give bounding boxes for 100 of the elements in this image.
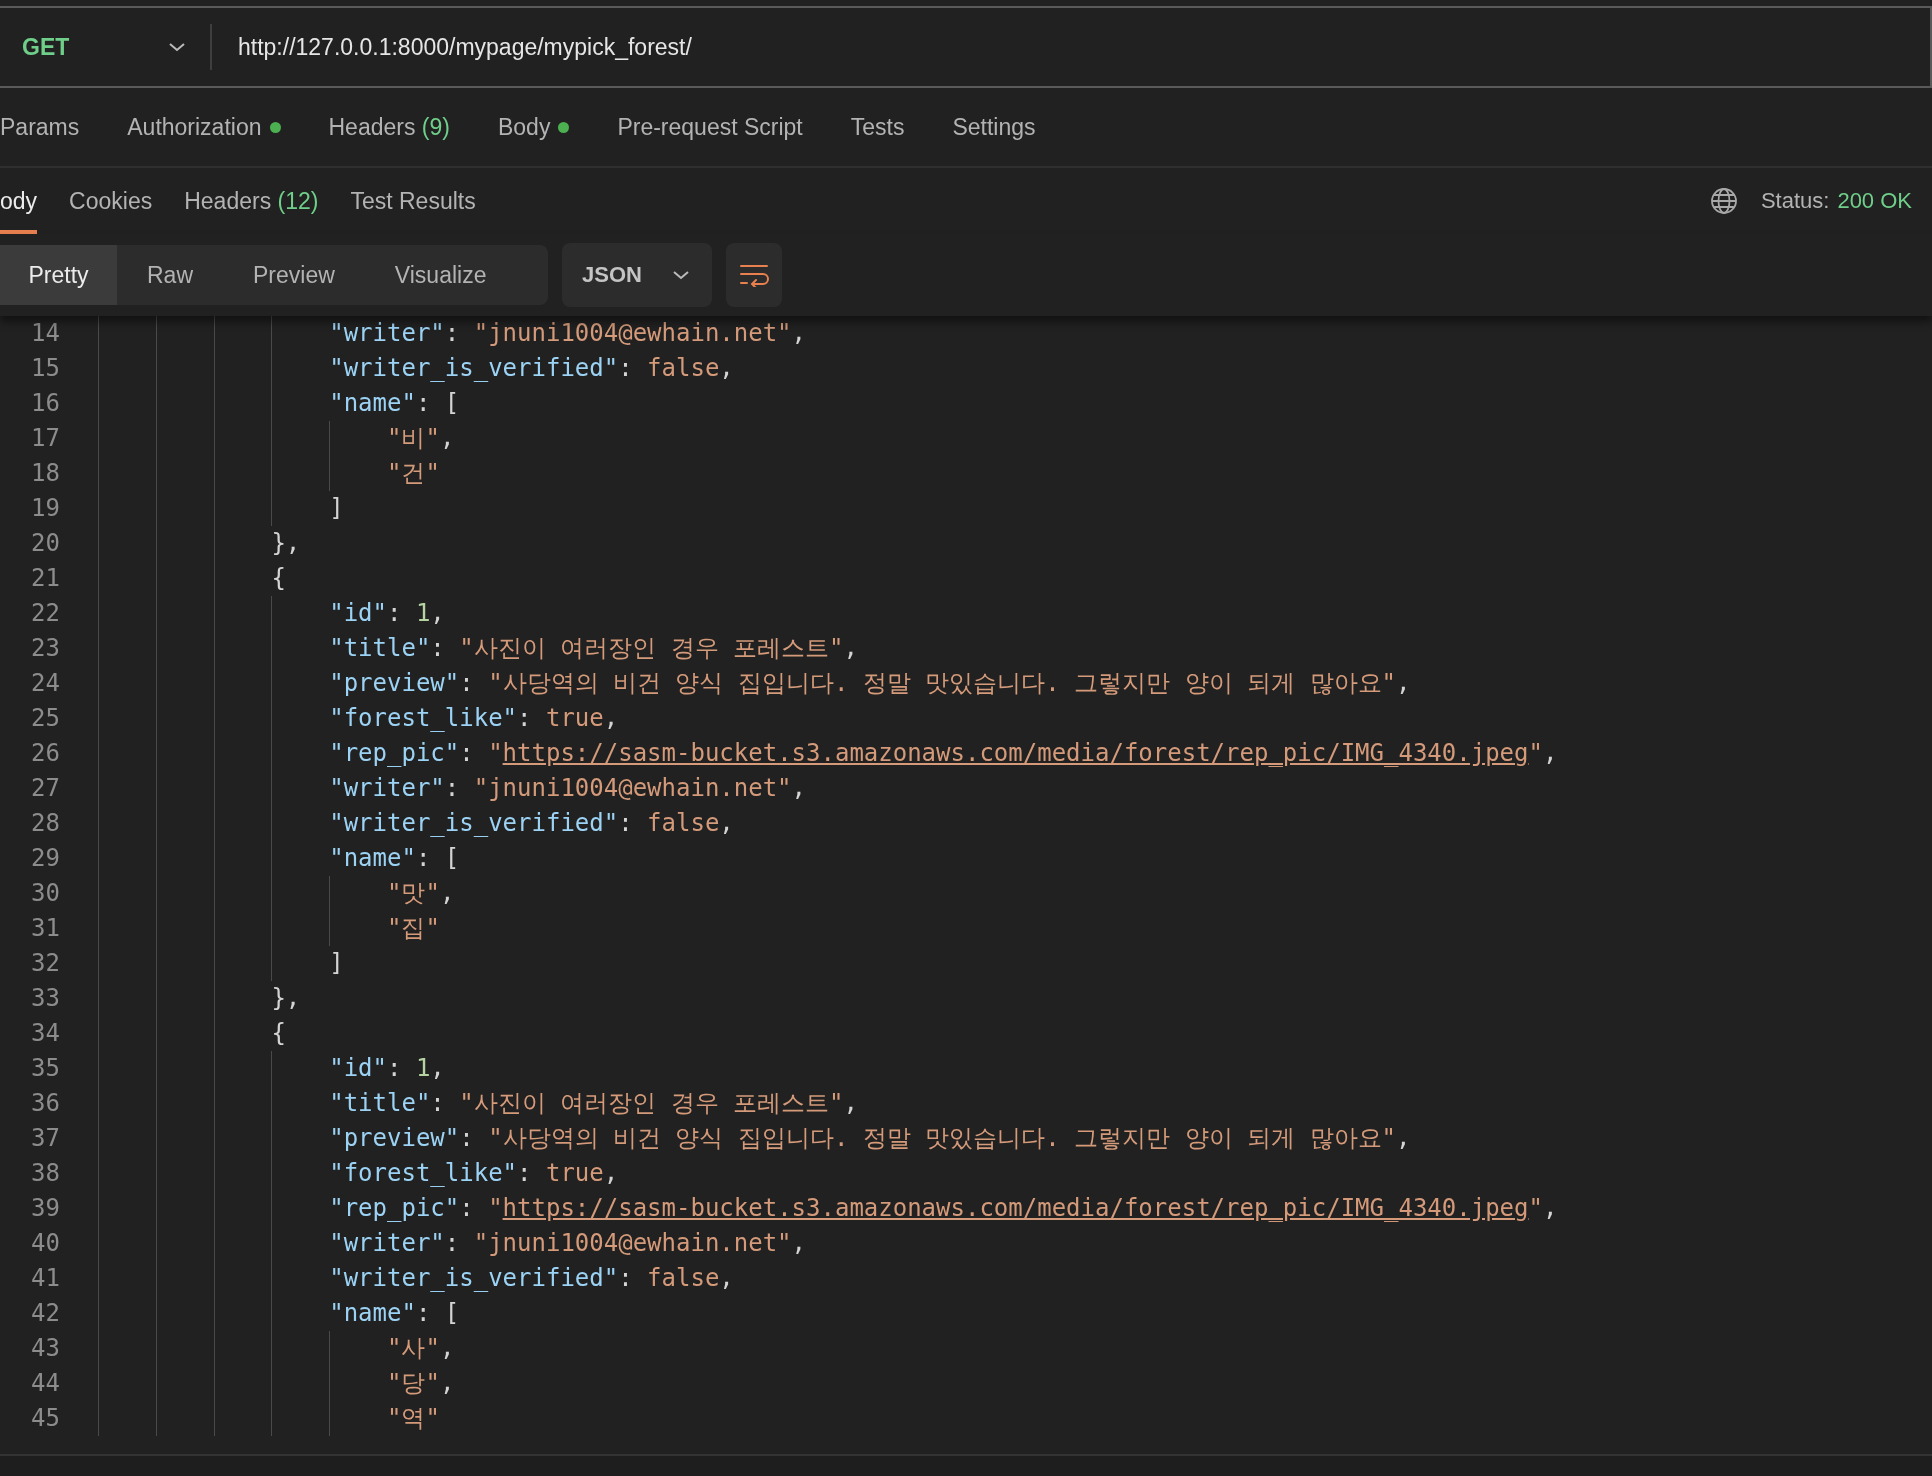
line-number: 39 [30, 1193, 60, 1224]
json-boolean: true [545, 1159, 604, 1187]
json-punctuation: , [439, 1334, 455, 1362]
line-number: 38 [30, 1158, 60, 1189]
line-number: 35 [30, 1053, 60, 1084]
json-punctuation: : [444, 774, 461, 802]
request-tab[interactable]: Settings [952, 113, 1036, 141]
line-number: 14 [30, 318, 60, 349]
chevron-down-icon [168, 41, 186, 53]
json-key: "name" [98, 389, 416, 417]
response-tab[interactable]: ody [0, 176, 38, 234]
json-key: "preview" [98, 1124, 460, 1152]
line-number: 31 [30, 913, 60, 944]
json-key: "title" [98, 634, 431, 662]
request-tab[interactable]: Tests [850, 113, 905, 141]
json-key: "writer" [98, 1229, 445, 1257]
json-string: "사" [386, 1334, 440, 1362]
line-number: 42 [30, 1298, 60, 1329]
json-punctuation: : [444, 1229, 461, 1257]
request-tab[interactable]: Params [0, 113, 80, 141]
line-number: 17 [30, 423, 60, 454]
json-key: "name" [98, 844, 416, 872]
json-punctuation: , [1542, 739, 1558, 767]
line-number: 15 [30, 353, 60, 384]
view-mode-tab[interactable]: Visualize [364, 245, 517, 305]
json-punctuation: , [1396, 1124, 1411, 1152]
json-punctuation: : [430, 634, 446, 662]
json-key: "forest_like" [98, 1159, 518, 1187]
json-punctuation: : [444, 319, 461, 347]
line-number: 45 [30, 1403, 60, 1434]
json-string: "집" [386, 914, 440, 942]
json-punctuation: }, [270, 529, 301, 557]
request-tab[interactable]: Pre-request Script [617, 113, 803, 141]
line-number: 28 [30, 808, 60, 839]
line-number: 37 [30, 1123, 60, 1154]
view-mode-tab[interactable]: Pretty [0, 245, 117, 305]
line-number: 18 [30, 458, 60, 489]
json-boolean: false [647, 1264, 720, 1292]
method-dropdown[interactable]: GET [0, 8, 210, 86]
json-punctuation: , [603, 1159, 619, 1187]
json-punctuation: , [843, 634, 858, 662]
line-number: 34 [30, 1018, 60, 1049]
line-number: 20 [30, 528, 60, 559]
url-link[interactable]: https://sasm-bucket.s3.amazonaws.com/media/forest/rep_pic/IMG_4340.jpeg [502, 739, 1529, 767]
json-punctuation: ] [328, 949, 344, 977]
json-punctuation: , [603, 704, 619, 732]
json-string: " [1528, 739, 1543, 767]
json-punctuation: { [270, 564, 286, 592]
view-mode-tab[interactable]: Raw [117, 245, 223, 305]
json-punctuation: , [791, 1229, 807, 1257]
json-punctuation: : [430, 1089, 446, 1117]
json-number: 1 [415, 1054, 431, 1082]
json-punctuation: , [430, 1054, 445, 1082]
json-punctuation: : [459, 1194, 475, 1222]
json-punctuation: }, [270, 984, 301, 1012]
json-key: "writer_is_verified" [98, 809, 619, 837]
json-punctuation: { [270, 1019, 286, 1047]
wrap-lines-button[interactable] [726, 243, 782, 307]
response-tab[interactable]: Headers (12) [184, 176, 319, 234]
url-link[interactable]: https://sasm-bucket.s3.amazonaws.com/media/forest/rep_pic/IMG_4340.jpeg [502, 1194, 1529, 1222]
json-key: "writer_is_verified" [98, 354, 619, 382]
json-boolean: false [647, 354, 720, 382]
line-number: 24 [30, 668, 60, 699]
line-number: 32 [30, 948, 60, 979]
request-tab[interactable]: Headers (9) [328, 113, 450, 141]
globe-icon[interactable] [1708, 186, 1739, 216]
json-punctuation: , [791, 319, 807, 347]
json-punctuation: , [430, 599, 445, 627]
status-label: Status: [1760, 188, 1830, 214]
json-number: 1 [415, 599, 431, 627]
json-punctuation: , [719, 809, 734, 837]
json-string: "건" [386, 459, 440, 487]
json-key: "rep_pic" [98, 1194, 460, 1222]
json-key: "forest_like" [98, 704, 518, 732]
json-punctuation: , [439, 1369, 455, 1397]
line-number: 43 [30, 1333, 60, 1364]
json-punctuation: : [387, 1054, 403, 1082]
format-dropdown[interactable]: JSON [562, 243, 712, 307]
json-punctuation: : [459, 1124, 475, 1152]
line-number: 36 [30, 1088, 60, 1119]
json-string: "사진이 여러장인 경우 포레스트" [459, 634, 844, 662]
json-key: "id" [98, 1054, 387, 1082]
json-string: "jnuni1004@ewhain.net" [473, 1229, 792, 1257]
json-string: "jnuni1004@ewhain.net" [473, 774, 792, 802]
json-punctuation: : [459, 669, 475, 697]
json-punctuation: : [517, 1159, 533, 1187]
line-number: 19 [30, 493, 60, 524]
response-tab[interactable]: Cookies [69, 176, 153, 234]
line-number: 21 [30, 563, 60, 594]
json-string: "jnuni1004@ewhain.net" [473, 319, 792, 347]
view-mode-tab[interactable]: Preview [223, 245, 365, 305]
line-number: 25 [30, 703, 60, 734]
response-tab[interactable]: Test Results [350, 176, 476, 234]
line-number: 26 [30, 738, 60, 769]
line-number: 29 [30, 843, 60, 874]
json-key: "name" [98, 1299, 416, 1327]
json-key: "title" [98, 1089, 431, 1117]
request-tab[interactable]: Authorization [127, 113, 281, 141]
request-url-bar[interactable]: GET http://127.0.0.1:8000/mypage/mypick_forest/ [0, 6, 1932, 88]
request-tab[interactable]: Body [497, 113, 570, 141]
